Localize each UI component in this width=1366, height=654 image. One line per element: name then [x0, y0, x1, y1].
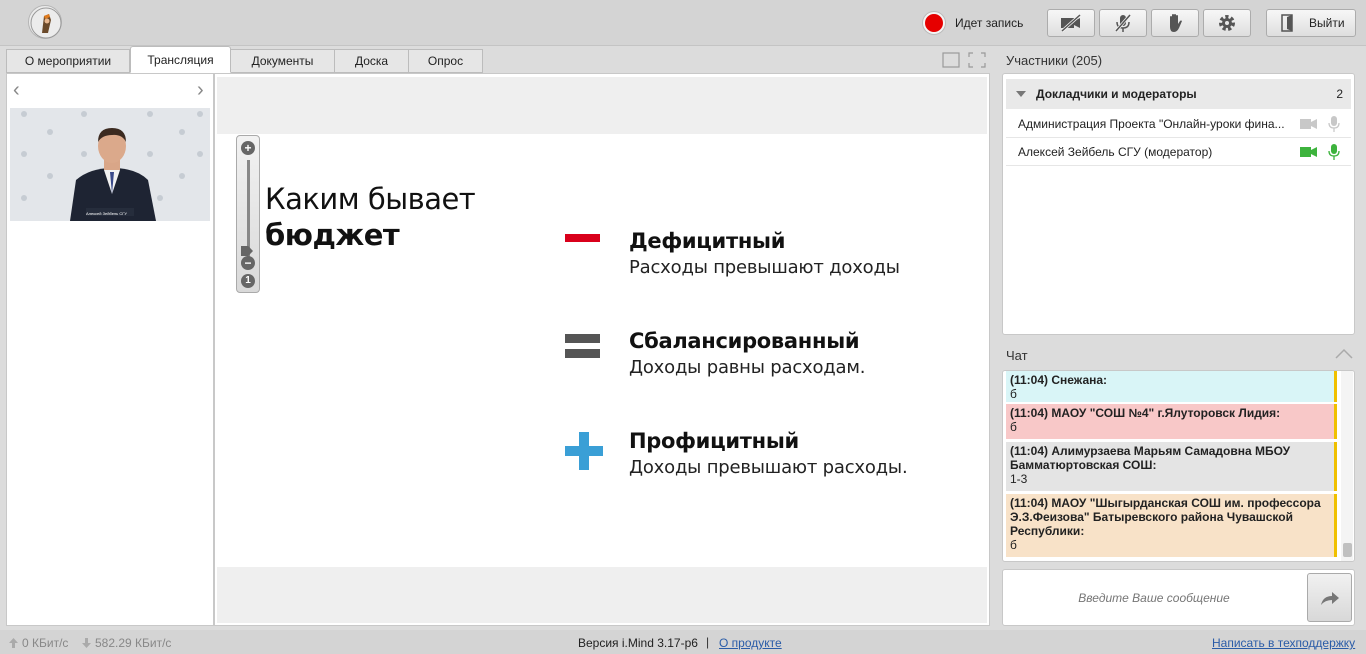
upload-speed-value: 0 КБит/с: [22, 636, 69, 650]
upload-speed: 0 КБит/с: [9, 636, 68, 650]
mic-icon: [1328, 115, 1340, 132]
chat-scrollbar-thumb[interactable]: [1343, 543, 1352, 557]
gear-icon: [1219, 15, 1235, 31]
hand-icon: [1170, 14, 1182, 32]
exit-button[interactable]: Выйти: [1266, 9, 1356, 37]
main-tabs: О мероприятии Трансляция Документы Доска…: [6, 46, 483, 73]
chevron-up-icon[interactable]: [1334, 346, 1354, 362]
chat-message-author: (11:04) Снежана:: [1010, 373, 1108, 387]
recording-indicator-icon: [923, 12, 945, 34]
chat-messages: (11:04) Снежана: б (11:04) МАОУ "СОШ №4"…: [1002, 370, 1355, 562]
mic-icon: [1328, 143, 1340, 160]
settings-button[interactable]: [1203, 9, 1251, 37]
tab-board[interactable]: Доска: [335, 49, 409, 73]
zoom-control: + − 1: [236, 135, 260, 293]
participants-group-speakers[interactable]: Докладчики и модераторы 2: [1006, 79, 1351, 109]
slide-item-surplus: Профицитный Доходы превышают расходы.: [629, 427, 908, 481]
chat-message-text: б: [1010, 420, 1017, 434]
chat-scrollbar[interactable]: [1341, 371, 1353, 561]
zoom-track[interactable]: [247, 160, 250, 258]
chat-message-author: (11:04) Алимурзаева Марьям Самадовна МБО…: [1010, 444, 1291, 472]
group-count: 2: [1336, 87, 1343, 101]
tab-event-info[interactable]: О мероприятии: [6, 49, 130, 73]
exit-door-icon: [1281, 14, 1293, 32]
slide-item-text: Доходы превышают расходы.: [629, 457, 908, 478]
recording-label: Идет запись: [955, 16, 1024, 30]
version-label: Версия i.Mind 3.17-р6: [578, 636, 698, 650]
fullscreen-icon[interactable]: [968, 52, 986, 68]
slide-item-heading: Профицитный: [629, 429, 799, 453]
tab-documents[interactable]: Документы: [231, 49, 335, 73]
arrow-up-icon: [9, 638, 18, 648]
minus-icon: [565, 234, 600, 242]
footer-separator: |: [706, 635, 710, 649]
send-message-button[interactable]: [1307, 573, 1352, 622]
slide-item-heading: Дефицитный: [629, 229, 786, 253]
view-mode-controls: [942, 52, 986, 68]
camera-icon: [1300, 146, 1317, 157]
participant-row[interactable]: Алексей Зейбель СГУ (модератор): [1006, 138, 1351, 166]
speaker-caption: Алексей Зейбель СГУ: [86, 211, 127, 216]
chat-message-author: (11:04) МАОУ "Шыгырданская СОШ им. профе…: [1010, 496, 1321, 538]
tab-poll[interactable]: Опрос: [409, 49, 483, 73]
slide-viewport: Каким бывает бюджет Дефицитный Расходы п…: [217, 77, 987, 623]
collapse-triangle-icon[interactable]: [1016, 91, 1026, 97]
zoom-slider-handle[interactable]: [241, 246, 253, 256]
top-bar: Идет запись Выйти: [0, 0, 1366, 46]
tab-broadcast[interactable]: Трансляция: [130, 46, 231, 73]
status-footer: 0 КБит/с 582.29 КБит/с Версия i.Mind 3.1…: [0, 630, 1366, 654]
slide-item-balanced: Сбалансированный Доходы равны расходам.: [629, 327, 865, 381]
arrow-down-icon: [82, 638, 91, 648]
next-video-arrow-icon[interactable]: ›: [197, 80, 204, 100]
zoom-out-icon[interactable]: −: [241, 256, 255, 270]
window-mode-icon[interactable]: [942, 52, 960, 68]
chat-message-text: 1-3: [1010, 472, 1028, 486]
broadcast-area: Каким бывает бюджет Дефицитный Расходы п…: [214, 73, 990, 626]
plus-icon: [565, 432, 603, 470]
slide-item-text: Расходы превышают доходы: [629, 257, 900, 278]
chat-header: Чат: [1006, 348, 1028, 363]
speaker-video[interactable]: Алексей Зейбель СГУ: [10, 108, 210, 221]
participant-name: Администрация Проекта "Онлайн-уроки фина…: [1018, 116, 1285, 131]
video-panel: ‹ › Алексей Зейбель СГУ: [6, 73, 214, 626]
slide-item-deficit: Дефицитный Расходы превышают доходы: [629, 227, 900, 281]
download-speed-value: 582.29 КБит/с: [95, 636, 172, 650]
camera-toggle-button[interactable]: [1047, 9, 1095, 37]
equals-icon: [565, 334, 600, 358]
camera-icon: [1300, 118, 1317, 129]
logo-icon: [28, 5, 62, 39]
participants-header: Участники (205): [1006, 53, 1103, 68]
participants-panel: Докладчики и модераторы 2 Администрация …: [1002, 73, 1355, 335]
zoom-reset-icon[interactable]: 1: [241, 274, 255, 288]
chat-message: (11:04) Снежана: б: [1006, 371, 1337, 402]
about-product-link[interactable]: О продукте: [719, 636, 782, 650]
chat-message-text: б: [1010, 538, 1017, 552]
slide-item-heading: Сбалансированный: [629, 329, 860, 353]
prev-video-arrow-icon[interactable]: ‹: [13, 80, 20, 100]
chat-input-panel: [1002, 569, 1355, 626]
exit-label: Выйти: [1309, 16, 1345, 30]
chat-message-input[interactable]: [1009, 580, 1299, 616]
chat-message: (11:04) МАОУ "Шыгырданская СОШ им. профе…: [1006, 494, 1337, 557]
participant-name: Алексей Зейбель СГУ (модератор): [1018, 144, 1213, 159]
download-speed: 582.29 КБит/с: [82, 636, 171, 650]
mic-toggle-button[interactable]: [1099, 9, 1147, 37]
chat-message-author: (11:04) МАОУ "СОШ №4" г.Ялуторовск Лидия…: [1010, 406, 1281, 420]
slide-title-line1: Каким бывает: [265, 182, 476, 216]
participant-row[interactable]: Администрация Проекта "Онлайн-уроки фина…: [1006, 110, 1351, 138]
presentation-slide: Каким бывает бюджет Дефицитный Расходы п…: [217, 134, 987, 567]
slide-title-line2: бюджет: [265, 218, 400, 252]
chat-message: (11:04) МАОУ "СОШ №4" г.Ялуторовск Лидия…: [1006, 404, 1337, 439]
mic-off-icon: [1114, 14, 1132, 32]
chat-message: (11:04) Алимурзаева Марьям Самадовна МБО…: [1006, 442, 1337, 491]
support-link[interactable]: Написать в техподдержку: [1212, 636, 1355, 650]
camera-off-icon: [1061, 14, 1081, 32]
raise-hand-button[interactable]: [1151, 9, 1199, 37]
slide-item-text: Доходы равны расходам.: [629, 357, 866, 378]
zoom-in-icon[interactable]: +: [241, 141, 255, 155]
group-label: Докладчики и модераторы: [1036, 87, 1197, 101]
slide-title: Каким бывает бюджет: [265, 181, 476, 253]
chat-message-text: б: [1010, 387, 1017, 401]
share-arrow-icon: [1320, 591, 1339, 605]
